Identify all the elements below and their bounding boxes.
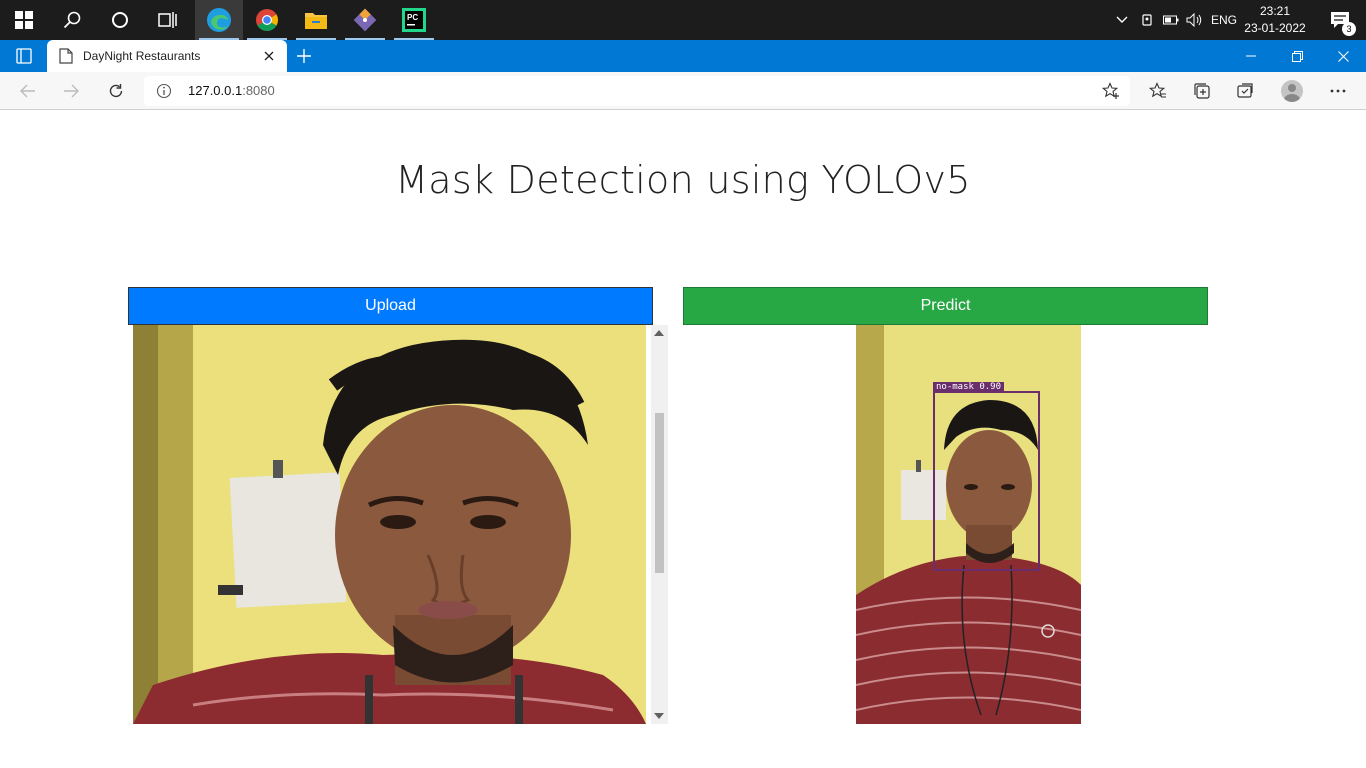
detection-bounding-box (933, 391, 1040, 571)
pycharm-icon[interactable]: PC (390, 0, 438, 40)
site-info-icon[interactable] (156, 83, 172, 99)
add-favorite-icon[interactable] (1102, 82, 1120, 100)
url-host: 127.0.0.1 (188, 83, 243, 98)
back-icon[interactable] (14, 77, 42, 105)
extensions-icon[interactable] (1231, 77, 1259, 105)
close-window-icon[interactable] (1320, 40, 1366, 72)
edge-icon[interactable] (195, 0, 243, 40)
profile-avatar[interactable] (1281, 80, 1303, 102)
upload-button[interactable]: Upload (128, 287, 653, 325)
refresh-icon[interactable] (102, 77, 130, 105)
battery-icon[interactable] (1161, 0, 1181, 40)
cortana-icon[interactable] (96, 0, 144, 40)
forward-icon[interactable] (57, 77, 85, 105)
system-clock[interactable]: 23:21 23-01-2022 (1242, 3, 1308, 37)
browser-tab[interactable]: DayNight Restaurants (47, 40, 287, 72)
tab-title: DayNight Restaurants (83, 49, 201, 63)
scroll-thumb[interactable] (655, 413, 664, 573)
notification-center-icon[interactable]: 3 (1328, 8, 1356, 36)
windows-start-icon[interactable] (0, 0, 48, 40)
browser-tab-bar: DayNight Restaurants (0, 40, 1366, 72)
windows-taskbar: PC ENG 23:21 23-01-2022 3 (0, 0, 1366, 40)
meet-now-icon[interactable] (1138, 0, 1158, 40)
chrome-icon[interactable] (243, 0, 291, 40)
search-icon[interactable] (48, 0, 96, 40)
restore-icon[interactable] (1274, 40, 1320, 72)
url-port: :8080 (242, 83, 275, 98)
notification-count-badge: 3 (1342, 22, 1356, 36)
page-title: Mask Detection using YOLOv5 (395, 158, 971, 202)
git-icon[interactable] (341, 0, 389, 40)
language-indicator[interactable]: ENG (1208, 0, 1240, 40)
tab-actions-icon[interactable] (16, 48, 32, 64)
detection-label: no-mask 0.90 (933, 382, 1005, 392)
more-options-icon[interactable] (1324, 77, 1352, 105)
uploaded-image (133, 325, 646, 724)
page-icon (59, 48, 73, 64)
minimize-icon[interactable] (1228, 40, 1274, 72)
image-scrollbar[interactable] (651, 325, 668, 724)
address-bar[interactable]: 127.0.0.1:8080 (144, 76, 1130, 106)
volume-icon[interactable] (1184, 0, 1206, 40)
new-tab-icon[interactable] (292, 44, 316, 68)
task-view-icon[interactable] (144, 0, 192, 40)
browser-toolbar: 127.0.0.1:8080 (0, 72, 1366, 110)
clock-date: 23-01-2022 (1244, 21, 1306, 35)
close-tab-icon[interactable] (257, 44, 281, 68)
clock-time: 23:21 (1259, 4, 1291, 18)
chevron-up-icon[interactable] (1112, 0, 1132, 40)
url-text[interactable]: 127.0.0.1:8080 (188, 83, 275, 98)
collections-icon[interactable] (1188, 77, 1216, 105)
scroll-down-icon[interactable] (654, 713, 664, 719)
favorites-icon[interactable] (1144, 77, 1172, 105)
predict-button[interactable]: Predict (683, 287, 1208, 325)
svg-text:PC: PC (407, 13, 418, 22)
file-explorer-icon[interactable] (292, 0, 340, 40)
scroll-up-icon[interactable] (654, 330, 664, 336)
prediction-image: no-mask 0.90 (856, 325, 1081, 724)
